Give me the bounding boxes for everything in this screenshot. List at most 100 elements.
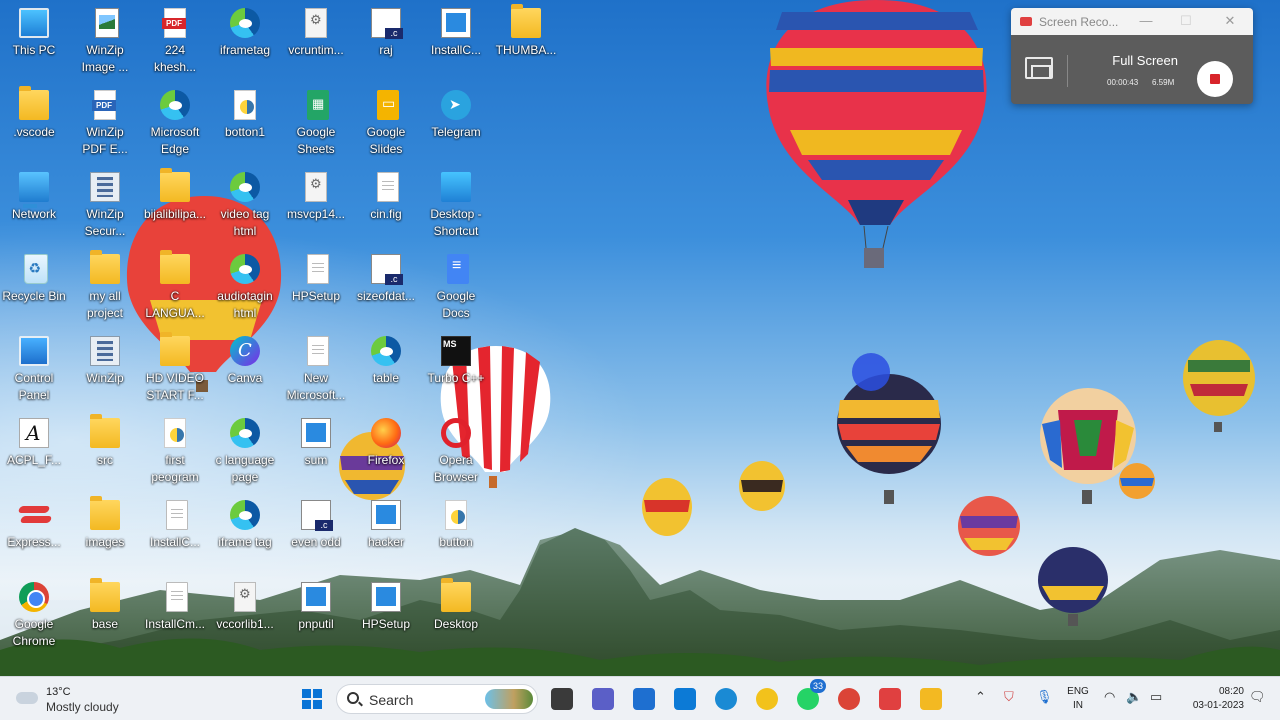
desktop-icon[interactable]: Express...	[0, 494, 71, 574]
desktop-icon[interactable]: InstallC...	[138, 494, 212, 574]
taskbar-app-file-explorer[interactable]	[917, 685, 945, 713]
microphone-icon[interactable]: 🎙	[1036, 689, 1053, 705]
taskbar-app-microsoft-store[interactable]	[630, 685, 658, 713]
desktop-icon[interactable]: 224 khesh...	[138, 2, 212, 82]
fullscreen-mode-icon[interactable]	[1025, 57, 1053, 79]
desktop-icon[interactable]: HD VIDEO START F...	[138, 330, 212, 410]
desktop-icon[interactable]: Google Chrome	[0, 576, 71, 656]
desktop-icon[interactable]: Opera Browser	[419, 412, 493, 492]
desktop-icon[interactable]: vcruntim...	[279, 2, 353, 82]
network-icon	[19, 172, 49, 208]
desktop-icon[interactable]: button	[419, 494, 493, 574]
desktop-icon[interactable]: my all project	[68, 248, 142, 328]
desktop-icon[interactable]: Google Docs	[419, 248, 493, 328]
desktop-icon[interactable]: InstallCm...	[138, 576, 212, 656]
taskbar-app-screen-recorder[interactable]	[876, 685, 904, 713]
desktop-icon[interactable]: base	[68, 576, 142, 656]
desktop-icon[interactable]: even odd	[279, 494, 353, 574]
desktop-icon[interactable]: This PC	[0, 2, 71, 82]
wifi-icon[interactable]: ◠	[1104, 689, 1115, 705]
start-button[interactable]	[298, 685, 326, 713]
taskbar-app-edge[interactable]	[712, 685, 740, 713]
desktop-icon[interactable]: Network	[0, 166, 71, 246]
notifications-icon[interactable]: 🗨	[1249, 689, 1266, 705]
control-panel-icon	[19, 336, 49, 366]
desktop-icon[interactable]: Recycle Bin	[0, 248, 71, 328]
desktop-icon[interactable]: Desktop - Shortcut	[419, 166, 493, 246]
desktop-icon[interactable]: HPSetup	[279, 248, 353, 328]
c-file-icon	[371, 8, 403, 39]
language-indicator[interactable]: ENG IN	[1066, 685, 1090, 713]
desktop-icon-label: InstallC...	[430, 43, 481, 57]
desktop-icon[interactable]: raj	[349, 2, 423, 82]
desktop-icon[interactable]: Canva	[208, 330, 282, 410]
desktop-icon[interactable]: Firefox	[349, 412, 423, 492]
desktop-icon[interactable]: hacker	[349, 494, 423, 574]
desktop-icon[interactable]: sum	[279, 412, 353, 492]
desktop-icon[interactable]: botton1	[208, 84, 282, 164]
desktop-icon[interactable]: WinZip PDF E...	[68, 84, 142, 164]
taskbar-app-snipping-tool[interactable]	[671, 685, 699, 713]
desktop-icon-label: botton1	[224, 125, 266, 139]
desktop-icon-label: Firefox	[367, 453, 405, 467]
recorder-close-button[interactable]: ✕	[1215, 12, 1245, 30]
volume-icon[interactable]: 🔈	[1126, 689, 1142, 705]
desktop-icon[interactable]: .vscode	[0, 84, 71, 164]
expressvpn-icon	[19, 500, 49, 530]
taskbar-search[interactable]: Search	[336, 684, 538, 714]
screen-recorder-window[interactable]: Screen Reco... — ☐ ✕ Full Screen 00:00:4…	[1011, 8, 1253, 104]
desktop-icon[interactable]: THUMBA...	[489, 2, 563, 82]
desktop-icon[interactable]: Control Panel	[0, 330, 71, 410]
desktop-icon[interactable]: images	[68, 494, 142, 574]
document-icon	[166, 582, 188, 612]
folder-icon	[90, 250, 120, 284]
desktop-icon[interactable]: Microsoft Edge	[138, 84, 212, 164]
system-clock[interactable]: 08:20 03-01-2023	[1178, 685, 1244, 713]
desktop-icon[interactable]: table	[349, 330, 423, 410]
desktop-icon-label: WinZip Image ...	[81, 43, 129, 74]
desktop-icon[interactable]: video tag html	[208, 166, 282, 246]
battery-icon[interactable]: ▭	[1150, 689, 1162, 705]
c-file-icon	[301, 500, 333, 531]
taskbar-app-chrome[interactable]	[835, 685, 863, 713]
desktop-icon[interactable]: Google Sheets	[279, 84, 353, 164]
desktop-icon[interactable]: first peogram	[138, 412, 212, 492]
desktop-icon[interactable]: msvcp14...	[279, 166, 353, 246]
desktop-icon[interactable]: Telegram	[419, 84, 493, 164]
desktop-icon[interactable]: HPSetup	[349, 576, 423, 656]
desktop-icon[interactable]: pnputil	[279, 576, 353, 656]
taskbar-app-python-idle[interactable]	[753, 685, 781, 713]
desktop-icon[interactable]: cin.fig	[349, 166, 423, 246]
desktop-icon[interactable]: Turbo C++	[419, 330, 493, 410]
desktop-icon[interactable]: iframetag	[208, 2, 282, 82]
desktop-icon[interactable]: WinZip	[68, 330, 142, 410]
recorder-minimize-button[interactable]: —	[1131, 12, 1161, 30]
desktop-icon[interactable]: WinZip Secur...	[68, 166, 142, 246]
taskbar-app-teams-chat[interactable]	[589, 685, 617, 713]
desktop-icon[interactable]: src	[68, 412, 142, 492]
desktop-icon[interactable]: audiotagin html	[208, 248, 282, 328]
desktop-icon[interactable]: WinZip Image ...	[68, 2, 142, 82]
tray-app-icon[interactable]: ⛉	[1004, 689, 1014, 705]
taskbar-app-whatsapp[interactable]: 33	[794, 679, 826, 713]
desktop-icon[interactable]: sizeofdat...	[349, 248, 423, 328]
desktop-icon-label: src	[97, 453, 113, 467]
desktop-icon[interactable]: Desktop	[419, 576, 493, 656]
desktop-icon[interactable]: ACPL_F...	[0, 412, 71, 492]
taskbar-app-file-explorer-dark[interactable]	[548, 685, 576, 713]
recorder-maximize-button[interactable]: ☐	[1171, 12, 1201, 30]
desktop-icon[interactable]: New Microsoft...	[279, 330, 353, 410]
desktop-icon[interactable]: C LANGUA...	[138, 248, 212, 328]
google-docs-icon	[447, 254, 469, 284]
desktop-icon[interactable]: c language page	[208, 412, 282, 492]
desktop-icon[interactable]: vccorlib1...	[208, 576, 282, 656]
desktop-icon[interactable]: Google Slides	[349, 84, 423, 164]
recorder-titlebar[interactable]: Screen Reco... — ☐ ✕	[1011, 8, 1253, 35]
desktop-icon-label: HD VIDEO START F...	[145, 371, 204, 402]
weather-widget[interactable]: 13°C Mostly cloudy	[16, 683, 126, 715]
desktop-icon[interactable]: iframe tag	[208, 494, 282, 574]
desktop-icon[interactable]: bijalibilipa...	[138, 166, 212, 246]
desktop-icon[interactable]: InstallC...	[419, 2, 493, 82]
show-hidden-icons-chevron[interactable]: ⌃	[975, 689, 986, 705]
stop-recording-button[interactable]	[1197, 61, 1233, 97]
